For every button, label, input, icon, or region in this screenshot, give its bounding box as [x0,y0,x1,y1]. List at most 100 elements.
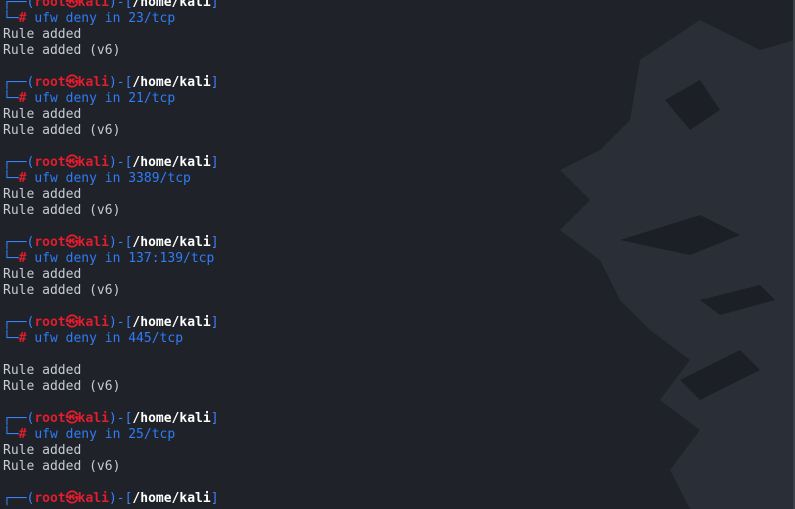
command-text: ufw deny in 25/tcp [34,427,176,442]
prompt-user: root [34,75,66,90]
prompt-line: ┌──(root㉿kali)-[/home/kali] [3,75,788,91]
prompt-host: kali [77,75,109,90]
prompt-line: ┌──(root㉿kali)-[/home/kali] [3,0,788,11]
output-text: Rule added (v6) [3,283,121,298]
kali-skull-icon: ㉿ [65,155,79,170]
output-line: Rule added (v6) [3,459,788,475]
command-line: └─# ufw deny in 3389/tcp [3,171,788,187]
prompt-path: /home/kali [132,235,211,250]
prompt-frame: ┌──( [3,491,35,506]
output-line: Rule added [3,27,788,43]
output-text: Rule added (v6) [3,123,121,138]
prompt-path: /home/kali [132,411,211,426]
command-text: ufw deny in 445/tcp [34,331,184,346]
prompt-line: ┌──(root㉿kali)-[/home/kali] [3,235,788,251]
output-line: Rule added [3,363,788,379]
prompt-frame: └─ [3,251,19,266]
output-line: Rule added (v6) [3,379,788,395]
prompt-user: root [34,315,66,330]
prompt-frame: )-[ [108,75,133,90]
output-text: Rule added [3,443,82,458]
prompt-frame: └─ [3,331,19,346]
prompt-frame: ] [210,235,219,250]
output-line: Rule added [3,187,788,203]
command-text: ufw deny in 21/tcp [34,91,176,106]
prompt-frame: ┌──( [3,0,35,10]
prompt-path: /home/kali [132,0,211,10]
kali-skull-icon: ㉿ [65,0,79,10]
command-line: └─# ufw deny in 137:139/tcp [3,251,788,267]
prompt-frame: )-[ [108,0,133,10]
prompt-path: /home/kali [132,75,211,90]
prompt-frame: ┌──( [3,155,35,170]
command-text: ufw deny in 3389/tcp [34,171,191,186]
prompt-frame: ] [210,315,219,330]
command-line: └─# ufw deny in 25/tcp [3,427,788,443]
kali-skull-icon: ㉿ [65,235,79,250]
prompt-frame: )-[ [108,155,133,170]
prompt-frame: )-[ [108,411,133,426]
output-text: Rule added (v6) [3,203,121,218]
terminal-output[interactable]: ┌──(root㉿kali)-[/home/kali] └─# ufw deny … [3,0,788,507]
prompt-host: kali [77,155,109,170]
prompt-frame: └─ [3,11,19,26]
prompt-path: /home/kali [132,155,211,170]
prompt-frame: ] [210,411,219,426]
prompt-frame: ] [210,0,219,10]
output-text: Rule added [3,363,82,378]
output-text: Rule added [3,107,82,122]
prompt-frame: ┌──( [3,315,35,330]
command-line: └─# ufw deny in 23/tcp [3,11,788,27]
prompt-host: kali [77,411,109,426]
output-line: Rule added (v6) [3,123,788,139]
prompt-frame: )-[ [108,235,133,250]
prompt-user: root [34,155,66,170]
prompt-user: root [34,491,66,506]
prompt-frame: └─ [3,427,19,442]
command-text: ufw deny in 23/tcp [34,11,176,26]
output-line: Rule added [3,443,788,459]
prompt-frame: ┌──( [3,235,35,250]
prompt-host: kali [77,491,109,506]
command-line: └─# ufw deny in 21/tcp [3,91,788,107]
output-line: Rule added (v6) [3,203,788,219]
output-text: Rule added (v6) [3,43,121,58]
output-line: Rule added (v6) [3,283,788,299]
command-text: ufw deny in 137:139/tcp [34,251,215,266]
kali-skull-icon: ㉿ [65,491,79,506]
prompt-line: ┌──(root㉿kali)-[/home/kali] [3,411,788,427]
prompt-frame: ] [210,491,219,506]
kali-skull-icon: ㉿ [65,411,79,426]
prompt-frame: )-[ [108,491,133,506]
prompt-frame: ┌──( [3,411,35,426]
prompt-host: kali [77,0,109,10]
prompt-line: ┌──(root㉿kali)-[/home/kali] [3,315,788,331]
prompt-line: ┌──(root㉿kali)-[/home/kali] [3,155,788,171]
output-text: Rule added [3,267,82,282]
prompt-host: kali [77,235,109,250]
output-text: Rule added [3,187,82,202]
output-text: Rule added [3,27,82,42]
prompt-frame: ] [210,155,219,170]
prompt-frame: ] [210,75,219,90]
output-text: Rule added (v6) [3,379,121,394]
prompt-frame: └─ [3,171,19,186]
prompt-user: root [34,0,66,10]
output-line: Rule added [3,107,788,123]
kali-skull-icon: ㉿ [65,75,79,90]
prompt-host: kali [77,315,109,330]
output-line: Rule added (v6) [3,43,788,59]
output-text: Rule added (v6) [3,459,121,474]
prompt-frame: ┌──( [3,75,35,90]
prompt-frame: └─ [3,91,19,106]
prompt-path: /home/kali [132,491,211,506]
prompt-user: root [34,235,66,250]
prompt-user: root [34,411,66,426]
